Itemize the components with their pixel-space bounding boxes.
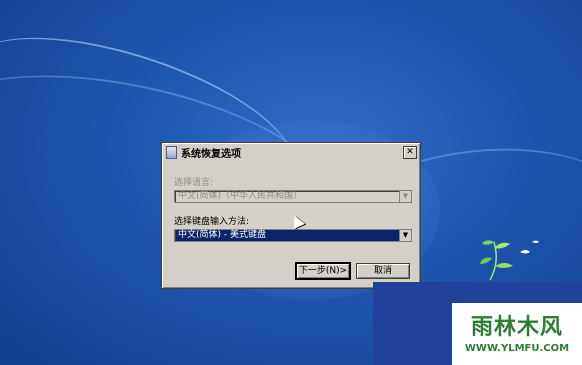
system-recovery-dialog: 系统恢复选项 ✕ 选择语言: 中文(简体)（中华人民共和国） ▼ 选择键盘输入方… [161,142,421,289]
plant-icon [480,240,539,281]
keyboard-label: 选择键盘输入方法: [174,217,250,227]
dialog-titlebar: 系统恢复选项 ✕ [164,145,418,160]
close-button[interactable]: ✕ [403,146,417,159]
system-recovery-icon [166,146,177,159]
language-label: 选择语言: [174,178,214,188]
watermark-box: 雨林木风 WWW.YLMFU.COM [452,303,582,365]
language-select-value: 中文(简体)（中华人民共和国） [178,191,303,201]
language-select: 中文(简体)（中华人民共和国） ▼ [174,190,412,203]
cancel-button[interactable]: 取消 [356,263,410,279]
next-button[interactable]: 下一步(N)> [295,262,351,280]
watermark-logo: 雨林木风 [470,314,563,340]
keyboard-select-value: 中文(简体) - 美式键盘 [176,230,399,241]
chevron-down-icon: ▼ [399,191,411,202]
chevron-down-icon[interactable]: ▼ [399,230,411,241]
watermark-url: WWW.YLMFU.COM [464,343,570,354]
keyboard-select[interactable]: 中文(简体) - 美式键盘 ▼ [174,229,412,242]
dialog-title: 系统恢复选项 [181,149,241,160]
desktop-background: 系统恢复选项 ✕ 选择语言: 中文(简体)（中华人民共和国） ▼ 选择键盘输入方… [0,0,582,365]
